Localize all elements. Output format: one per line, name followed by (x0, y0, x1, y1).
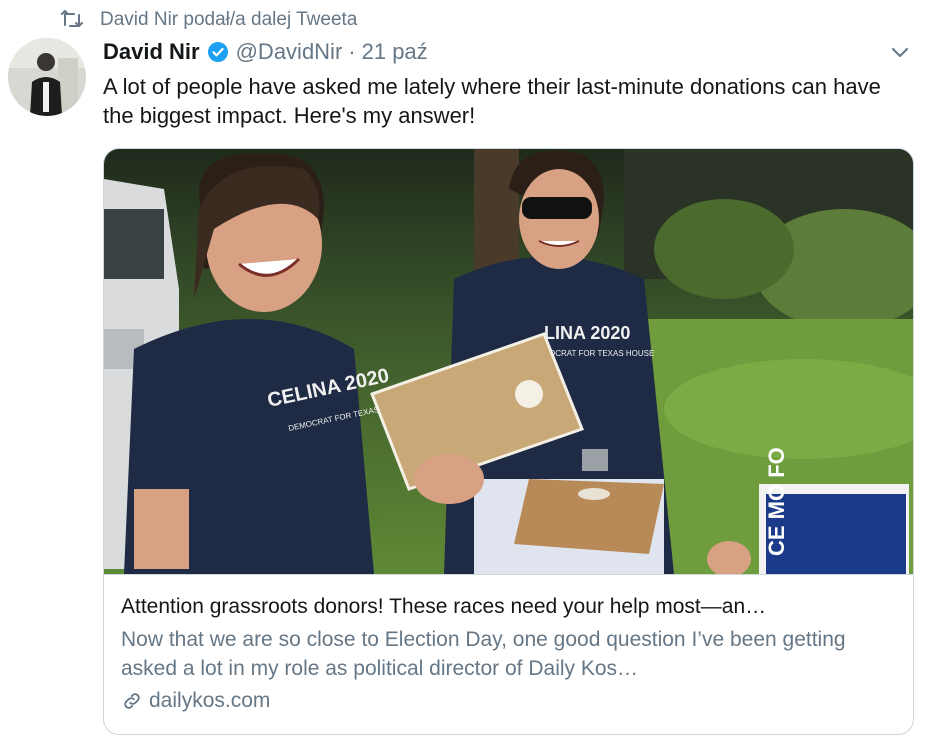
author-name[interactable]: David Nir (103, 39, 200, 65)
chevron-down-icon[interactable] (888, 40, 912, 64)
tweet-text: A lot of people have asked me lately whe… (103, 74, 881, 128)
author-handle[interactable]: @DavidNir (236, 39, 343, 65)
card-domain[interactable]: dailykos.com (121, 686, 896, 716)
retweet-icon (60, 10, 84, 30)
card-domain-text: dailykos.com (149, 689, 271, 712)
avatar[interactable] (8, 38, 86, 116)
card-image[interactable]: CELINA 2020 DEMOCRAT FOR TEXAS HOUSE LIN… (104, 149, 913, 579)
separator-dot: · (348, 39, 356, 64)
shirt-back-text: LINA 2020 (544, 323, 630, 343)
shirt-back-subtext: OCRAT FOR TEXAS HOUSE (549, 349, 654, 358)
card-description: Now that we are so close to Election Day… (121, 628, 846, 680)
verified-badge-icon (206, 40, 230, 64)
card-body: Attention grassroots donors! These races… (121, 592, 896, 716)
yard-sign-text: CE MO FO (764, 447, 789, 556)
tweet-timestamp[interactable]: 21 paź (362, 39, 428, 65)
link-icon (121, 690, 143, 712)
retweet-context[interactable]: David Nir podał/a dalej Tweeta (60, 8, 357, 32)
link-card[interactable]: CELINA 2020 DEMOCRAT FOR TEXAS HOUSE LIN… (103, 148, 914, 735)
retweet-label: David Nir podał/a dalej Tweeta (100, 9, 358, 30)
card-title[interactable]: Attention grassroots donors! These races… (121, 592, 896, 622)
tweet-header: David Nir @DavidNir · 21 paź (103, 36, 918, 68)
